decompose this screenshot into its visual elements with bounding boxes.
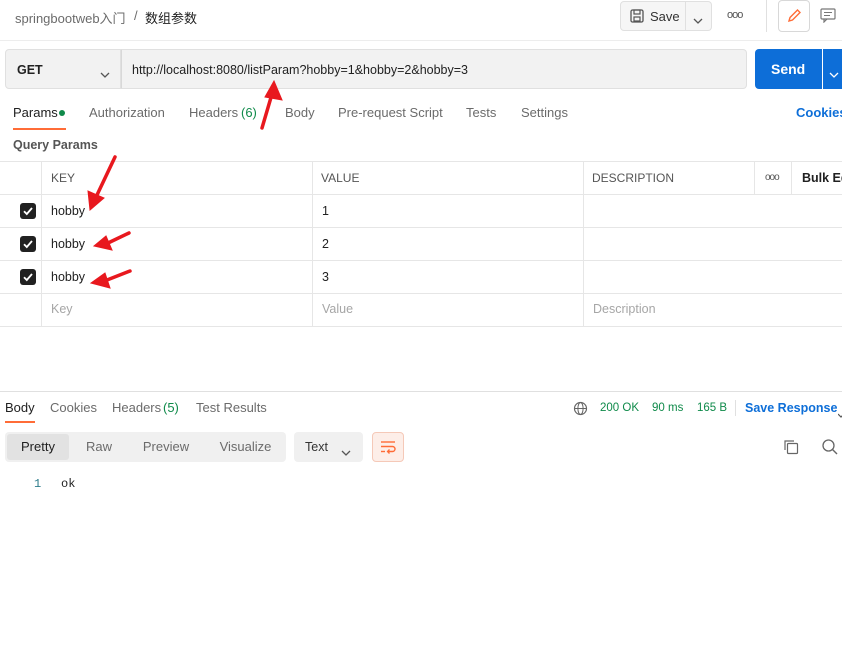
- annotation-arrow-icon: [260, 79, 283, 130]
- annotation-arrow-icon: [92, 231, 131, 251]
- annotation-arrow-icon: [87, 155, 117, 211]
- annotation-arrow-icon: [89, 269, 132, 289]
- annotation-overlay: [87, 79, 283, 289]
